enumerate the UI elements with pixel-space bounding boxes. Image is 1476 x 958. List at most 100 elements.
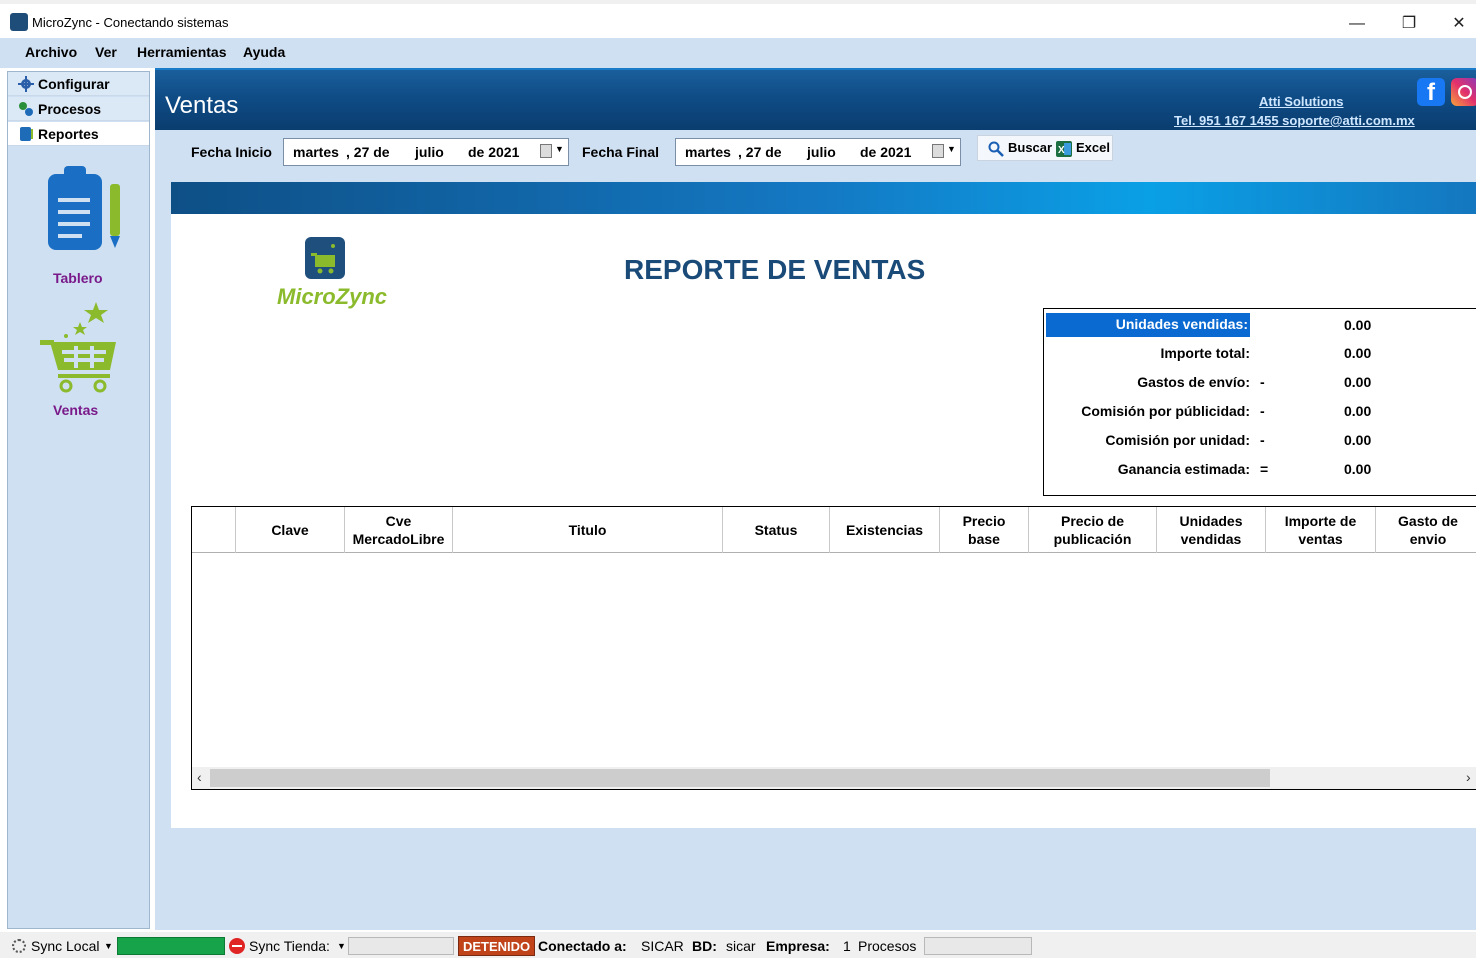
window-title: MicroZync - Conectando sistemas: [32, 15, 229, 30]
app-icon: [10, 13, 28, 31]
start-day-name: martes: [293, 144, 339, 160]
page-header: Ventas Atti Solutions Tel. 951 167 1455 …: [155, 68, 1476, 130]
toolbar: Buscar X Excel: [977, 135, 1113, 161]
summary-box: Unidades vendidas: 0.00 Importe total: 0…: [1043, 308, 1476, 496]
column-header[interactable]: [192, 507, 236, 553]
status-badge: DETENIDO: [458, 936, 536, 956]
tile-ventas-label: Ventas: [53, 402, 99, 418]
tile-ventas[interactable]: Ventas: [38, 298, 128, 418]
column-header[interactable]: Existencias: [830, 507, 940, 553]
menu-ayuda[interactable]: Ayuda: [243, 44, 285, 60]
calendar-icon[interactable]: [932, 144, 944, 158]
summary-row: Comisión por unidad: - 0.00: [1044, 426, 1476, 454]
nav-configurar[interactable]: Configurar: [8, 72, 149, 96]
column-header[interactable]: Unidades vendidas: [1157, 507, 1266, 553]
clipboard-icon: [48, 166, 120, 250]
maximize-button[interactable]: ❐: [1386, 10, 1432, 38]
column-header[interactable]: Titulo: [453, 507, 723, 553]
summary-label: Gastos de envío:: [1137, 374, 1250, 390]
processes-label: Procesos: [858, 938, 917, 954]
status-bar: Sync Local ▼ Sync Tienda: ▼ DETENIDO Con…: [0, 932, 1476, 958]
microzync-logo-icon: [305, 237, 345, 279]
db-value: sicar: [726, 938, 756, 954]
summary-row: Gastos de envío: - 0.00: [1044, 368, 1476, 396]
end-day: , 27 de: [738, 144, 782, 160]
chevron-down-icon[interactable]: ▼: [947, 144, 956, 154]
table-header: Clave Cve MercadoLibre Titulo Status Exi…: [192, 507, 1476, 553]
start-year: de 2021: [468, 144, 520, 160]
tile-tablero[interactable]: Tablero: [38, 162, 128, 286]
summary-row: Unidades vendidas: 0.00: [1044, 311, 1476, 339]
column-header[interactable]: Precio de publicación: [1029, 507, 1157, 553]
report-icon: [20, 127, 33, 141]
sync-tienda-progress: [348, 937, 454, 955]
search-label: Buscar: [1008, 140, 1053, 155]
start-day: , 27 de: [346, 144, 390, 160]
sync-local-label[interactable]: Sync Local: [31, 938, 99, 954]
facebook-icon[interactable]: f: [1417, 78, 1445, 106]
calendar-icon[interactable]: [540, 144, 552, 158]
stop-icon: [229, 938, 245, 954]
company-value: 1: [843, 938, 851, 954]
chevron-down-icon[interactable]: ▼: [104, 941, 113, 951]
contact-link[interactable]: Tel. 951 167 1455 soporte@atti.com.mx: [1174, 113, 1415, 128]
menu-herramientas[interactable]: Herramientas: [137, 44, 227, 60]
summary-value: 0.00: [1344, 374, 1372, 390]
summary-op: -: [1260, 432, 1265, 448]
start-date-picker[interactable]: martes , 27 de julio de 2021 ▼: [283, 138, 569, 166]
summary-label: Comisión por unidad:: [1105, 432, 1250, 448]
connected-value: SICAR: [641, 938, 684, 954]
horizontal-scrollbar[interactable]: ‹ ›: [192, 767, 1476, 789]
chevron-down-icon[interactable]: ▼: [337, 941, 346, 951]
close-button[interactable]: ✕: [1436, 10, 1476, 38]
scroll-left-icon[interactable]: ‹: [197, 769, 202, 785]
scrollbar-thumb[interactable]: [210, 769, 1270, 787]
summary-value: 0.00: [1344, 317, 1372, 333]
summary-row: Comisión por públicidad: - 0.00: [1044, 397, 1476, 425]
sync-tienda-label[interactable]: Sync Tienda:: [249, 938, 330, 954]
company-link[interactable]: Atti Solutions: [1259, 94, 1344, 109]
minimize-button[interactable]: —: [1334, 10, 1380, 38]
end-month: julio: [807, 144, 836, 160]
cart-icon: [311, 244, 335, 274]
excel-icon: X: [1056, 141, 1072, 157]
scroll-right-icon[interactable]: ›: [1466, 769, 1471, 785]
processes-progress: [924, 937, 1032, 955]
db-label: BD:: [692, 938, 717, 954]
page-title: Ventas: [165, 92, 239, 119]
chevron-down-icon[interactable]: ▼: [555, 144, 564, 154]
sales-table[interactable]: Clave Cve MercadoLibre Titulo Status Exi…: [191, 506, 1476, 790]
start-date-label: Fecha Inicio: [191, 144, 272, 160]
end-date-picker[interactable]: martes , 27 de julio de 2021 ▼: [675, 138, 961, 166]
company-label: Empresa:: [766, 938, 830, 954]
menu-archivo[interactable]: Archivo: [25, 44, 77, 60]
cart-icon: [40, 302, 116, 393]
summary-label: Importe total:: [1160, 345, 1250, 361]
summary-row: Ganancia estimada: = 0.00: [1044, 455, 1476, 483]
column-header[interactable]: Importe de ventas: [1266, 507, 1376, 553]
column-header[interactable]: Gasto de envio: [1376, 507, 1476, 553]
menu-ver[interactable]: Ver: [95, 44, 117, 60]
nav-configurar-label: Configurar: [38, 76, 110, 92]
column-header[interactable]: Cve MercadoLibre: [345, 507, 453, 553]
nav-reportes[interactable]: Reportes: [8, 122, 149, 146]
summary-op: -: [1260, 374, 1265, 390]
column-header[interactable]: Precio base: [940, 507, 1029, 553]
nav-procesos-label: Procesos: [38, 101, 102, 117]
nav-tile-area: Tablero Ventas: [8, 152, 149, 928]
column-header[interactable]: Status: [723, 507, 830, 553]
connected-label: Conectado a:: [538, 938, 627, 954]
column-header[interactable]: Clave: [236, 507, 345, 553]
excel-label: Excel: [1076, 140, 1110, 155]
summary-value: 0.00: [1344, 403, 1372, 419]
report-banner: [171, 182, 1476, 214]
summary-op: -: [1260, 403, 1265, 419]
logo-text: MicroZync: [277, 284, 388, 309]
nav-procesos[interactable]: Procesos: [8, 97, 149, 121]
summary-label: Comisión por públicidad:: [1081, 403, 1250, 419]
summary-value: 0.00: [1344, 345, 1372, 361]
sync-local-progress: [117, 937, 225, 955]
summary-op: =: [1260, 461, 1269, 477]
instagram-icon[interactable]: [1451, 78, 1476, 106]
start-month: julio: [415, 144, 444, 160]
